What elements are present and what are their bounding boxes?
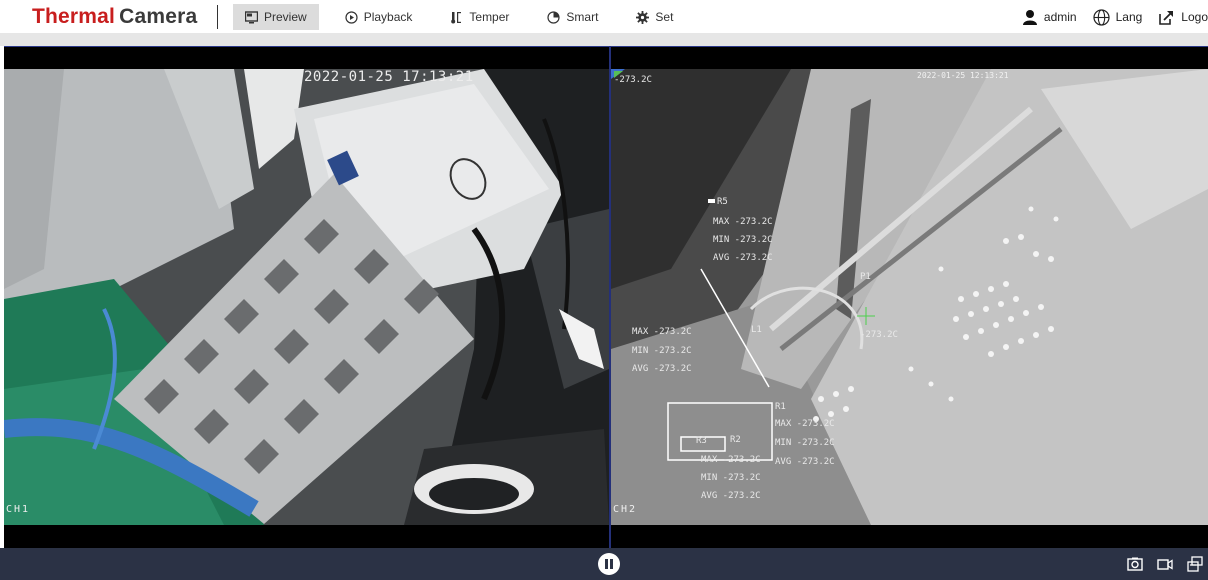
bottom-tools	[1114, 555, 1204, 573]
logout-icon	[1159, 10, 1174, 25]
view-divider	[609, 46, 611, 548]
r1-label: R1	[775, 402, 786, 412]
pause-button[interactable]	[598, 553, 620, 575]
header-stripe	[0, 33, 1208, 46]
brand-logo: Thermal Camera	[32, 5, 197, 29]
nav-preview-label: Preview	[264, 10, 307, 24]
nav-set-label: Set	[655, 10, 674, 24]
user-menu[interactable]: admin	[1022, 9, 1077, 25]
channel-1-label: CH1	[6, 504, 31, 515]
brand-part2: Camera	[119, 5, 198, 28]
channel-1-view[interactable]: 2022-01-25 17:13:21 CH1	[4, 69, 609, 525]
optical-camera-image	[4, 69, 609, 525]
r3-avg: AVG -273.2C	[701, 491, 761, 501]
nav-temper-label: Temper	[469, 10, 510, 24]
channel-1-timestamp: 2022-01-25 17:13:21	[304, 69, 474, 85]
r1-min: MIN -273.2C	[775, 438, 835, 448]
channel-2-timestamp: 2022-01-25 12:13:21	[917, 71, 1009, 80]
r3-label: R3	[696, 436, 707, 446]
r5-min: MIN -273.2C	[713, 235, 773, 245]
brand-part1: Thermal	[32, 5, 116, 28]
l1-min: MIN -273.2C	[632, 346, 692, 356]
r1-max: MAX -273.2C	[775, 419, 835, 429]
monitor-icon	[245, 10, 258, 23]
video-stage: 2022-01-25 17:13:21 CH1 -273.2C 2022-01-…	[4, 46, 1208, 548]
l1-avg: AVG -273.2C	[632, 364, 692, 374]
stage-top-border	[4, 46, 1208, 47]
r5-avg: AVG -273.2C	[713, 253, 773, 263]
pie-icon	[547, 10, 561, 24]
r5-max: MAX -273.2C	[713, 217, 773, 227]
channel-2-label: CH2	[613, 504, 638, 515]
logout-button[interactable]: Logo	[1158, 9, 1208, 26]
gear-icon	[636, 10, 650, 24]
user-name: admin	[1043, 10, 1077, 24]
fullscreen-icon[interactable]	[1186, 555, 1204, 573]
r3-max: MAX -273.2C	[701, 455, 761, 465]
nav-playback-label: Playback	[363, 10, 413, 24]
r2-label: R2	[730, 435, 741, 445]
r1-avg: AVG -273.2C	[775, 457, 835, 467]
l1-max: MAX -273.2C	[632, 327, 692, 337]
l1-label: L1	[751, 325, 762, 335]
bottom-toolbar	[0, 548, 1208, 580]
nav-temper[interactable]: Temper	[438, 4, 521, 30]
header-tools: admin Lang Logo	[1022, 4, 1208, 30]
logout-label: Logo	[1181, 10, 1208, 24]
nav-smart[interactable]: Smart	[535, 4, 610, 30]
channel-2-view[interactable]: -273.2C 2022-01-25 12:13:21 R5 MAX -273.…	[611, 69, 1208, 525]
brand-separator	[217, 5, 218, 29]
r5-label: R5	[717, 197, 728, 207]
p1-label: P1	[860, 272, 871, 282]
lang-menu[interactable]: Lang	[1092, 8, 1143, 26]
pause-icon-bar-right	[610, 559, 613, 569]
corner-temp: -273.2C	[614, 75, 652, 85]
globe-icon	[1092, 8, 1110, 26]
snapshot-icon[interactable]	[1126, 555, 1144, 573]
user-icon	[1022, 10, 1037, 25]
nav-smart-label: Smart	[566, 10, 599, 24]
nav-set[interactable]: Set	[624, 4, 685, 30]
p1-temp: -273.2C	[860, 330, 898, 340]
nav-preview[interactable]: Preview	[233, 4, 319, 30]
main-nav: Preview Playback Temper Smart Set	[233, 4, 699, 30]
top-bar: Thermal Camera Preview Playback Temper Sm…	[0, 0, 1208, 33]
r3-min: MIN -273.2C	[701, 473, 761, 483]
pause-icon-bar-left	[605, 559, 608, 569]
lang-label: Lang	[1115, 10, 1143, 24]
nav-playback[interactable]: Playback	[333, 4, 425, 30]
thermometer-icon	[451, 11, 462, 23]
playback-icon	[345, 10, 358, 24]
record-icon[interactable]	[1156, 555, 1174, 573]
